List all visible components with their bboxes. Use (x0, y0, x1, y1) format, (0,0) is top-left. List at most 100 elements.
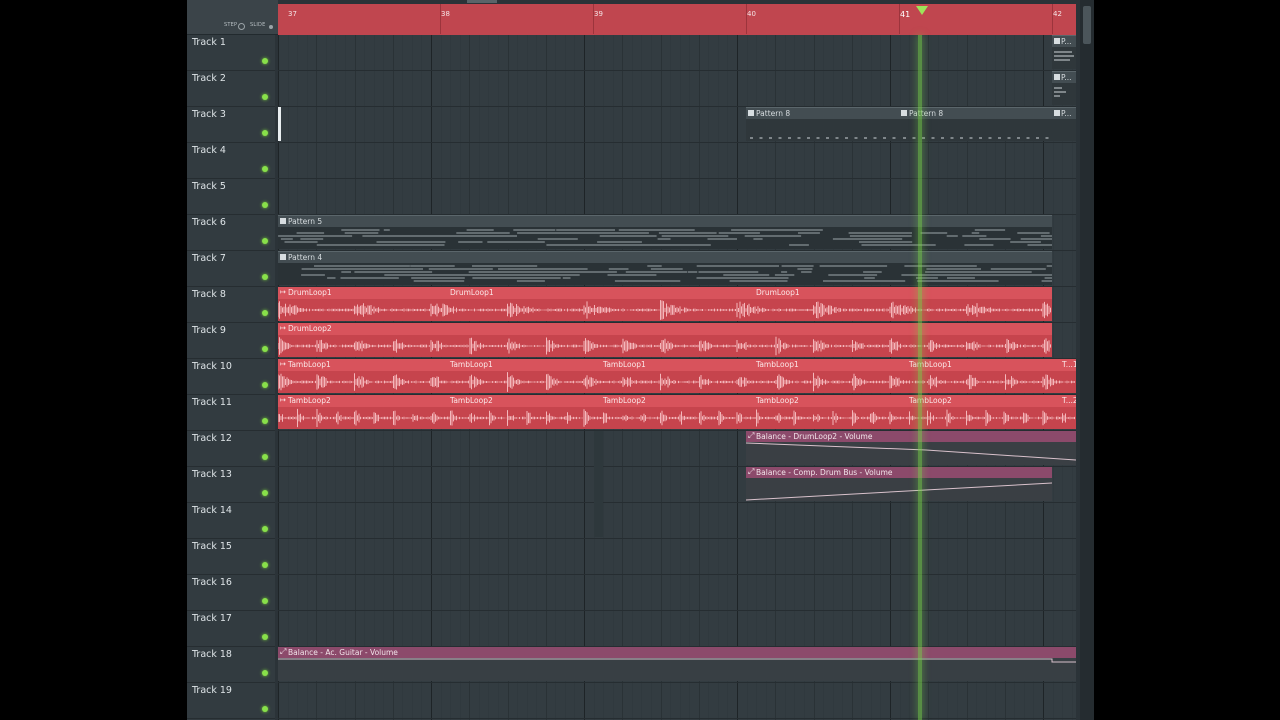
clip-label: Balance - Ac. Guitar - Volume (288, 648, 398, 657)
track-header[interactable]: Track 12 (187, 431, 275, 467)
audio-clip-icon: ↦ (280, 396, 286, 404)
clip-label: TambLoop2 (288, 396, 331, 405)
track-mute-led[interactable] (262, 454, 268, 460)
track-mute-led[interactable] (262, 94, 268, 100)
audio-clip[interactable]: ↦ DrumLoop1 DrumLoop1 DrumLoop1 (278, 287, 1052, 321)
clip-label: TambLoop1 (603, 360, 646, 369)
clip-label: TambLoop2 (450, 396, 493, 405)
pattern-clip[interactable]: Pattern 5 (278, 215, 1052, 249)
horizontal-scrollbar-thumb[interactable] (467, 0, 497, 3)
track-mute-led[interactable] (262, 130, 268, 136)
track-mute-led[interactable] (262, 526, 268, 532)
track-header[interactable]: Track 6 (187, 215, 275, 251)
clip-label: TambLoop1 (756, 360, 799, 369)
clip-label: T...2 (1062, 396, 1076, 405)
track-header[interactable]: Track 16 (187, 575, 275, 611)
track-header[interactable]: Track 2 (187, 71, 275, 107)
pattern-clip[interactable]: Pattern 8 (746, 107, 899, 141)
automation-icon: ⤢ (748, 467, 755, 476)
automation-curve (278, 658, 1076, 663)
clip-label: P... (1061, 109, 1072, 118)
track-header[interactable]: Track 1 (187, 35, 275, 71)
track-header[interactable]: Track 9 (187, 323, 275, 359)
pattern-clip[interactable]: P... (1052, 71, 1076, 105)
vertical-scrollbar[interactable] (1080, 0, 1094, 720)
pattern-clip[interactable]: P... (1052, 35, 1076, 69)
track-header[interactable]: Track 18 (187, 647, 275, 683)
track-header[interactable]: Track 19 (187, 683, 275, 719)
track-mute-led[interactable] (262, 274, 268, 280)
clip-label: TambLoop1 (450, 360, 493, 369)
pattern-icon (748, 110, 754, 116)
track-name: Track 12 (192, 433, 232, 444)
audio-clip[interactable]: ↦ TambLoop1 TambLoop1 TambLoop1 TambLoop… (278, 359, 1076, 393)
track-header[interactable]: Track 7 (187, 251, 275, 287)
track-name: Track 6 (192, 217, 226, 228)
track-mute-led[interactable] (262, 418, 268, 424)
audio-clip[interactable]: ↦ DrumLoop2 (278, 323, 1052, 357)
playlist-grid[interactable]: P... P... Pattern 8 Pattern 8 P... Patte… (278, 35, 1076, 720)
track-header[interactable]: Track 10 (187, 359, 275, 395)
clip-label: Pattern 4 (288, 253, 323, 262)
pattern-icon (280, 254, 286, 260)
audio-clip-icon: ↦ (280, 360, 286, 368)
clip-label: TambLoop2 (603, 396, 646, 405)
track-header[interactable]: Track 8 (187, 287, 275, 323)
track-name: Track 3 (192, 109, 226, 120)
track-mute-led[interactable] (262, 58, 268, 64)
pattern-notes (301, 265, 1052, 282)
pattern-clip[interactable]: Pattern 4 (278, 251, 1052, 285)
pattern-icon (901, 110, 907, 116)
track-header[interactable]: Track 4 (187, 143, 275, 179)
automation-curve (746, 482, 1052, 501)
automation-clip[interactable]: ⤢ Balance - DrumLoop2 - Volume (746, 431, 1076, 465)
bar-number: 38 (441, 10, 450, 18)
track-mute-led[interactable] (262, 310, 268, 316)
clip-label: Pattern 8 (756, 109, 791, 118)
step-slide-toggle[interactable] (238, 23, 245, 30)
track-mute-led[interactable] (262, 490, 268, 496)
loop-start-marker (278, 107, 281, 141)
track-mute-led[interactable] (262, 202, 268, 208)
track-name: Track 8 (192, 289, 226, 300)
track-mute-led[interactable] (262, 238, 268, 244)
bar-tick (593, 4, 594, 34)
bar-number: 42 (1053, 10, 1062, 18)
playhead-line (918, 35, 922, 720)
bar-tick (1052, 4, 1053, 34)
waveform (278, 336, 1051, 356)
track-header[interactable]: Track 5 (187, 179, 275, 215)
automation-icon: ⤢ (280, 647, 287, 656)
playhead-marker-icon[interactable] (916, 6, 928, 15)
track-header[interactable]: Track 3 (187, 107, 275, 143)
automation-clip[interactable]: ⤢ Balance - Ac. Guitar - Volume (278, 647, 1076, 681)
vertical-scrollbar-thumb[interactable] (1083, 6, 1091, 44)
clip-label: DrumLoop2 (288, 324, 332, 333)
playlist-window: STEP SLIDE 37 38 39 40 41 42 Track 1 Tra… (187, 0, 1094, 720)
track-mute-led[interactable] (262, 346, 268, 352)
track-header[interactable]: Track 11 (187, 395, 275, 431)
track-mute-led[interactable] (262, 166, 268, 172)
track-header[interactable]: Track 17 (187, 611, 275, 647)
clip-label: TambLoop1 (288, 360, 331, 369)
track-mute-led[interactable] (262, 634, 268, 640)
audio-clip[interactable]: ↦ TambLoop2 TambLoop2 TambLoop2 TambLoop… (278, 395, 1076, 429)
clip-label: DrumLoop1 (288, 288, 332, 297)
track-header[interactable]: Track 15 (187, 539, 275, 575)
bar-number: 37 (288, 10, 297, 18)
track-mute-led[interactable] (262, 382, 268, 388)
bar-number: 39 (594, 10, 603, 18)
track-name: Track 13 (192, 469, 232, 480)
waveform (278, 300, 1051, 320)
audio-clip-icon: ↦ (280, 324, 286, 332)
automation-clip[interactable]: ⤢ Balance - Comp. Drum Bus - Volume (746, 467, 1052, 501)
track-mute-led[interactable] (262, 706, 268, 712)
clip-label: TambLoop2 (909, 396, 952, 405)
track-mute-led[interactable] (262, 562, 268, 568)
track-mute-led[interactable] (262, 598, 268, 604)
pattern-clip[interactable]: P... (1052, 107, 1076, 141)
timeline-ruler[interactable]: 37 38 39 40 41 42 (278, 4, 1076, 36)
track-header[interactable]: Track 13 (187, 467, 275, 503)
track-header[interactable]: Track 14 (187, 503, 275, 539)
track-mute-led[interactable] (262, 670, 268, 676)
